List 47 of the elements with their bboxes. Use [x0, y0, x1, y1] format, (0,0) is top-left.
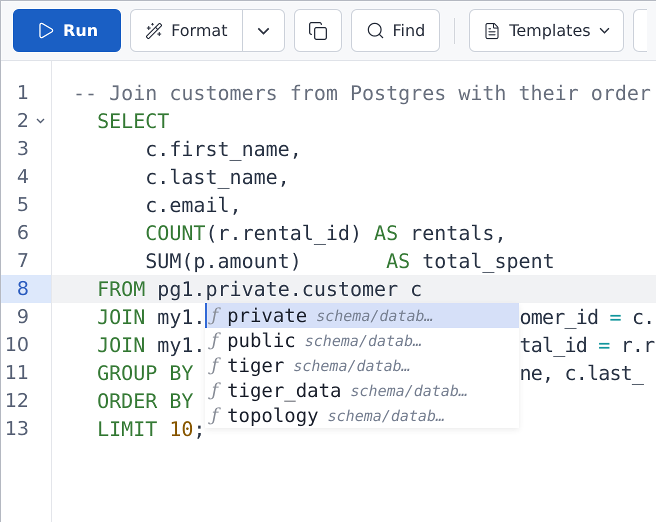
autocomplete-item[interactable]: ƒ topology schema/datab…	[205, 403, 518, 428]
item-detail: schema/datab…	[328, 406, 446, 424]
code-line: JOIN my1.	[97, 332, 206, 359]
item-label: topology	[227, 404, 319, 426]
code-line: c.email,	[145, 192, 242, 219]
item-label: tiger	[227, 354, 284, 376]
code-text: ne, c.last_	[518, 360, 644, 387]
autocomplete-item[interactable]: ƒ public schema/datab…	[205, 328, 518, 353]
code-line: JOIN my1.	[97, 304, 206, 331]
code-line: GROUP BY	[97, 360, 194, 387]
find-button[interactable]: Find	[350, 9, 440, 52]
item-label: public	[227, 330, 296, 352]
run-button[interactable]: Run	[13, 9, 122, 52]
line-number: 12	[4, 390, 29, 412]
code-line: -- Join customers from Postgres with their order	[73, 80, 651, 107]
autocomplete-item[interactable]: ƒ tiger_data schema/datab…	[205, 378, 518, 403]
line-number: 7	[16, 250, 29, 272]
line-number: 9	[16, 306, 29, 328]
item-detail: schema/datab…	[350, 382, 468, 400]
autocomplete-item[interactable]: ƒ tiger schema/datab…	[205, 353, 518, 378]
code-line: c.last_name,	[145, 164, 290, 191]
item-detail: schema/datab…	[293, 356, 411, 374]
item-label: tiger_data	[227, 380, 342, 402]
line-number: 5	[16, 194, 29, 216]
code-line: COUNT(r.rental_id) AS rentals,	[145, 220, 506, 247]
line-number: 11	[4, 362, 29, 384]
code-line: LIMIT 10;	[97, 416, 206, 443]
item-detail: schema/datab…	[304, 332, 422, 350]
code-line: SELECT	[97, 108, 170, 135]
line-number: 6	[16, 222, 29, 244]
line-number: 3	[16, 138, 29, 160]
autocomplete-item[interactable]: ƒ private schema/datab…	[205, 303, 518, 328]
line-number: 1	[16, 82, 29, 104]
code-line: c.first_name,	[145, 136, 302, 163]
line-number: 2	[16, 110, 29, 132]
item-label: private	[227, 304, 308, 326]
item-detail: schema/datab…	[316, 306, 434, 324]
line-number: 4	[16, 166, 29, 188]
code-text: omer_id = c.	[518, 304, 654, 331]
line-number: 10	[4, 334, 29, 356]
code-line: ORDER BY	[97, 388, 194, 415]
line-number: 8	[16, 278, 29, 300]
line-number: 13	[4, 418, 29, 440]
templates-dropdown[interactable]: Templates	[469, 9, 624, 52]
code-line: FROM pg1.private.customer c	[97, 276, 422, 303]
code-line: SUM(p.amount) AS total_spent	[145, 248, 555, 275]
code-text: tal_id = r.r	[518, 332, 654, 359]
